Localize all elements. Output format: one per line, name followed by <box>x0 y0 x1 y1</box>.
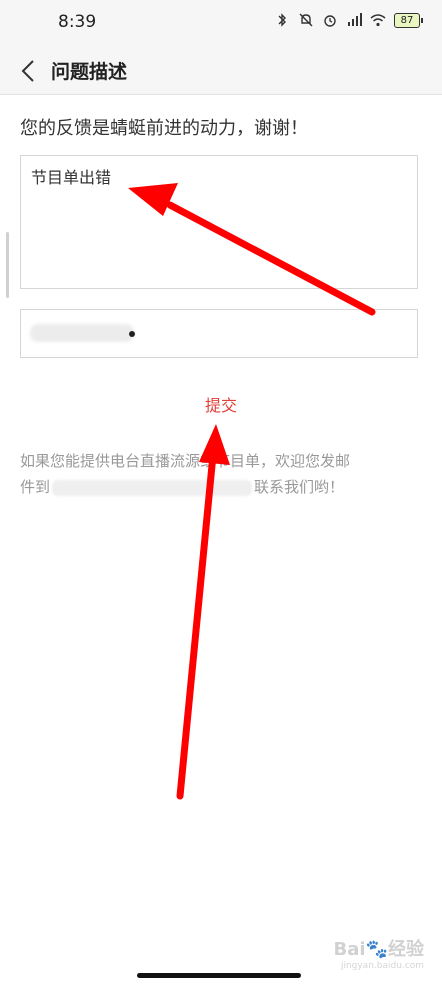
status-bar: 8:39 87 <box>0 0 442 48</box>
footer-line1: 如果您能提供电台直播流 <box>20 452 186 470</box>
watermark-brand-suffix: 经验 <box>388 939 424 960</box>
wifi-icon <box>370 14 386 27</box>
blurred-email <box>52 479 253 496</box>
alarm-icon <box>324 15 336 27</box>
submit-button[interactable]: 提交 <box>0 392 442 420</box>
battery-icon: 87 <box>394 12 423 28</box>
contact-dot <box>129 331 135 337</box>
footer-note: 如果您能提供电台直播流源或节目单，欢迎您发邮 件到 联系我们哟！ <box>20 448 424 500</box>
contact-input[interactable] <box>20 309 418 358</box>
description-input[interactable]: 节目单出错 <box>20 155 418 289</box>
footer-line2-suffix: 联系我们哟！ <box>254 478 345 496</box>
signal-icon <box>348 13 362 26</box>
blurred-contact <box>30 324 134 342</box>
home-indicator[interactable] <box>137 973 301 978</box>
paw-icon: 🐾 <box>365 939 388 960</box>
watermark-url: jingyan.baidu.com <box>340 961 424 971</box>
bluetooth-icon <box>278 13 286 27</box>
intro-text: 您的反馈是蜻蜓前进的动力，谢谢！ <box>20 118 308 139</box>
header: 问题描述 <box>0 48 442 95</box>
status-icons: 87 <box>274 12 423 28</box>
chevron-left-icon[interactable] <box>14 56 44 86</box>
scroll-edge <box>6 232 9 298</box>
page-title: 问题描述 <box>51 61 128 83</box>
mute-bell-icon <box>299 13 313 27</box>
footer-line2-prefix: 件到 <box>20 478 51 496</box>
footer-obscured: 源或节目单，欢迎您发邮 <box>185 452 351 470</box>
baidu-watermark: Bai🐾经验 jingyan.baidu.com <box>334 935 424 971</box>
status-time: 8:39 <box>58 12 97 32</box>
description-value: 节目单出错 <box>31 168 112 187</box>
watermark-brand: Bai <box>333 939 366 960</box>
